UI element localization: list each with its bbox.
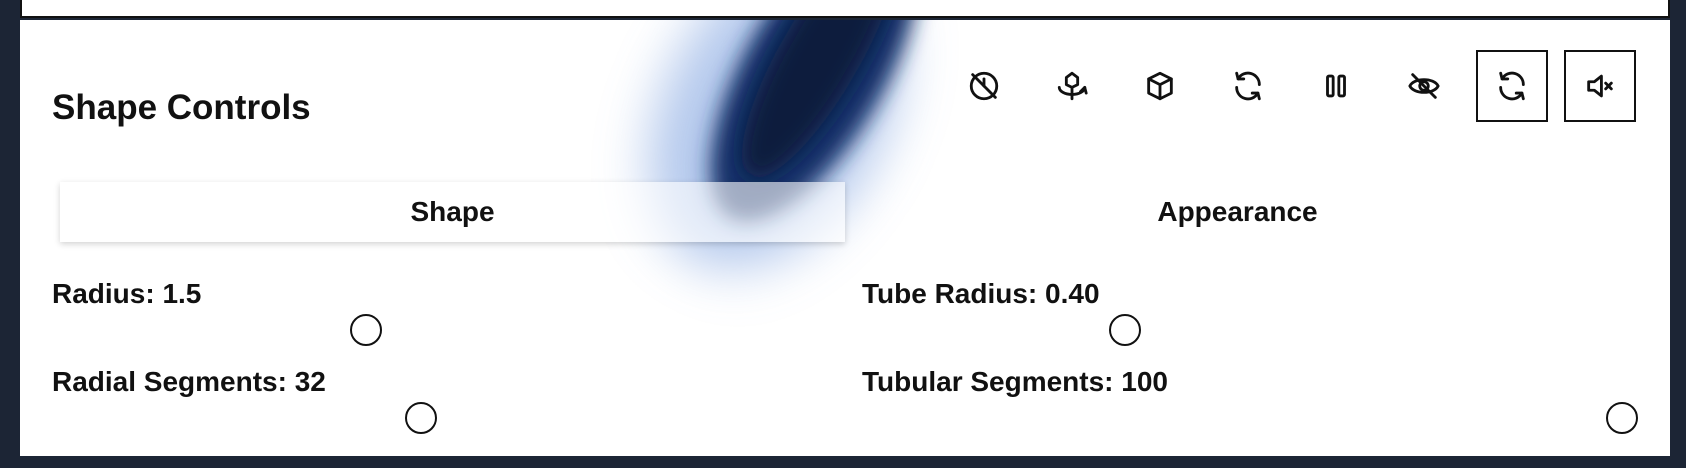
rotate-3d-icon [1057,71,1088,101]
volume-mute-icon [1587,74,1613,98]
tab-shape[interactable]: Shape [60,182,845,242]
mute-button[interactable] [1564,50,1636,122]
radius-slider-thumb[interactable] [350,314,382,346]
panel-title: Shape Controls [52,88,311,127]
tube-radius-slider-thumb[interactable] [1109,314,1141,346]
eye-off-icon [1408,73,1440,99]
tube-radius-label: Tube Radius: 0.40 [862,278,1100,309]
radius-label: Radius: 1.5 [52,278,202,309]
timer-off-button[interactable] [948,50,1020,122]
tabs: Shape Appearance [60,182,1630,242]
radial-segments-slider-thumb[interactable] [405,402,437,434]
tubular-segments-slider-thumb[interactable] [1606,402,1638,434]
refresh-button[interactable] [1212,50,1284,122]
pause-button[interactable] [1300,50,1372,122]
toolbar [948,50,1636,122]
hide-button[interactable] [1388,50,1460,122]
refresh-icon [1235,71,1261,101]
top-frame [20,0,1670,18]
reset-button[interactable] [1476,50,1548,122]
box-button[interactable] [1124,50,1196,122]
tab-appearance[interactable]: Appearance [845,182,1630,242]
shape-controls-panel: Shape Controls Shape Appearance Radius: [20,20,1670,456]
timer-off-icon [969,71,999,101]
refresh-icon [1499,71,1525,101]
tubular-segments-label: Tubular Segments: 100 [862,366,1169,397]
pause-icon [1326,74,1346,98]
rotate-3d-button[interactable] [1036,50,1108,122]
radial-segments-label: Radial Segments: 32 [52,366,326,397]
box-icon [1147,71,1173,101]
